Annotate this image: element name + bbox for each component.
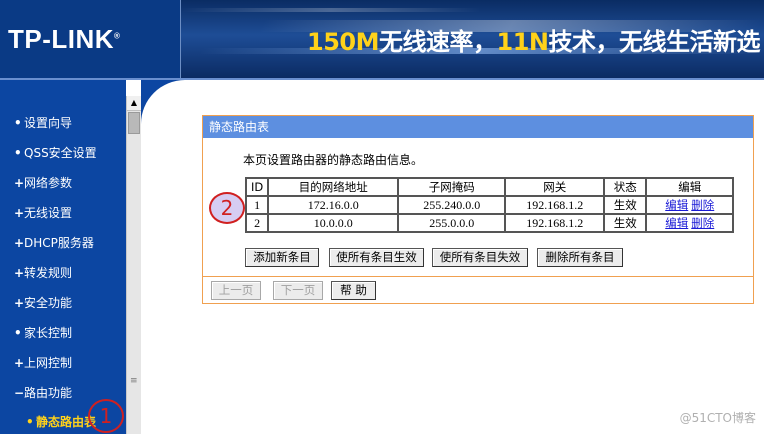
row-actions: 编辑 删除 [645,213,735,233]
row-id: 1 [244,195,270,215]
routes-table: ID 目的网络地址 子网掩码 网关 状态 编辑 1 172.16.0.0 255… [244,177,735,233]
edit-link[interactable]: 编辑 [665,198,688,212]
prev-page-button[interactable]: 上一页 [211,281,261,300]
panel-divider [203,276,753,277]
annotation-marker-2: 2 [209,192,245,224]
scroll-up-icon[interactable]: ▲ [127,96,141,111]
row-actions: 编辑 删除 [645,195,735,215]
sidebar-item-access-control[interactable]: +上网控制 [14,354,72,371]
next-page-button[interactable]: 下一页 [273,281,323,300]
sidebar-item-qss[interactable]: • QSS安全设置 [14,144,97,161]
logo-area: TP-LINK® [0,0,181,78]
sidebar-item-wireless[interactable]: +无线设置 [14,204,72,221]
scroll-thumb[interactable] [128,112,140,134]
col-id: ID [244,177,270,197]
panel-title: 静态路由表 [203,116,753,138]
delete-link[interactable]: 删除 [691,216,714,230]
col-gateway: 网关 [504,177,606,197]
panel-description: 本页设置路由器的静态路由信息。 [243,153,424,167]
enable-all-button[interactable]: 使所有条目生效 [329,248,424,267]
static-routing-panel: 静态路由表 本页设置路由器的静态路由信息。 ID 目的网络地址 子网掩码 网关 … [202,115,754,304]
row-subnet-mask: 255.0.0.0 [397,213,507,233]
scroll-grip-icon: ≡ [130,376,138,386]
annotation-marker-1: 1 [88,399,124,433]
header-bar: TP-LINK® 150M无线速率，11N技术，无线生活新选 [0,0,764,78]
sidebar-item-parental-control[interactable]: • 家长控制 [14,324,72,341]
watermark: @51CTO博客 [679,411,756,425]
sidebar-item-forwarding[interactable]: +转发规则 [14,264,72,281]
delete-all-button[interactable]: 删除所有条目 [537,248,623,267]
row-destination: 172.16.0.0 [267,195,400,215]
help-button[interactable]: 帮 助 [331,281,376,300]
sidebar-item-dhcp[interactable]: +DHCP服务器 [14,234,94,251]
row-status: 生效 [603,195,648,215]
table-row: 2 10.0.0.0 255.0.0.0 192.168.1.2 生效 编辑 删… [244,213,735,233]
row-gateway: 192.168.1.2 [504,213,606,233]
sidebar-scrollbar[interactable]: ▲ ≡ [126,96,141,434]
edit-link[interactable]: 编辑 [665,216,688,230]
banner: 150M无线速率，11N技术，无线生活新选 [181,0,764,78]
row-subnet-mask: 255.240.0.0 [397,195,507,215]
sidebar-item-routing[interactable]: −路由功能 [14,384,72,401]
col-status: 状态 [603,177,648,197]
sidebar-item-static-routing[interactable]: • 静态路由表 [26,413,96,430]
col-destination: 目的网络地址 [267,177,400,197]
sidebar-nav: • 设置向导 • QSS安全设置 +网络参数 +无线设置 +DHCP服务器 +转发规… [0,80,126,434]
col-edit: 编辑 [645,177,735,197]
row-id: 2 [244,213,270,233]
row-destination: 10.0.0.0 [267,213,400,233]
table-row: 1 172.16.0.0 255.240.0.0 192.168.1.2 生效 … [244,195,735,215]
table-header-row: ID 目的网络地址 子网掩码 网关 状态 编辑 [244,177,735,197]
sidebar-item-security[interactable]: +安全功能 [14,294,72,311]
banner-slogan: 150M无线速率，11N技术，无线生活新选 [307,28,760,56]
add-entry-button[interactable]: 添加新条目 [245,248,319,267]
disable-all-button[interactable]: 使所有条目失效 [432,248,528,267]
col-subnet-mask: 子网掩码 [397,177,507,197]
sidebar-item-setup-wizard[interactable]: • 设置向导 [14,114,72,131]
sidebar-item-network[interactable]: +网络参数 [14,174,72,191]
tp-link-logo: TP-LINK® [8,24,121,54]
delete-link[interactable]: 删除 [691,198,714,212]
row-status: 生效 [603,213,648,233]
row-gateway: 192.168.1.2 [504,195,606,215]
